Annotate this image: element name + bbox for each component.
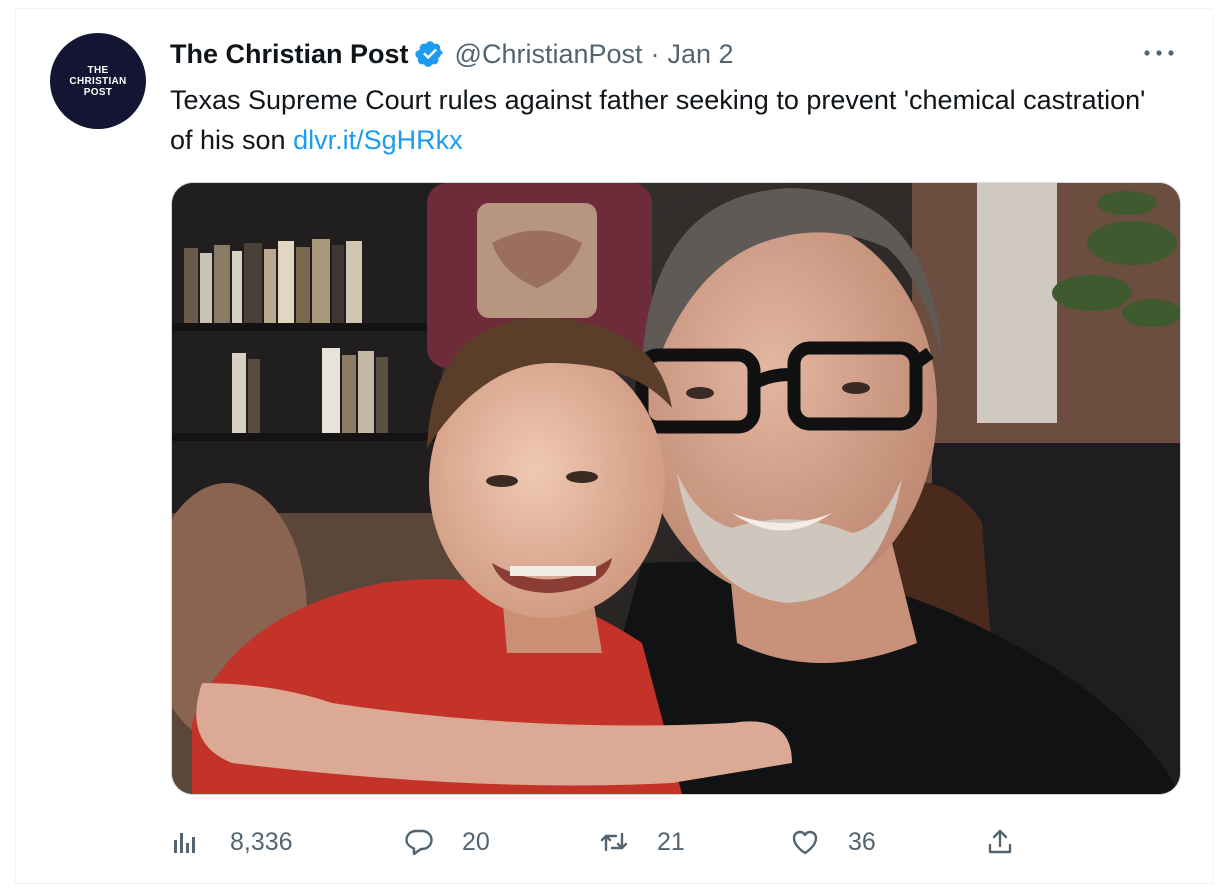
tweet-actions: 8,336 20 21 36	[170, 820, 1180, 864]
tweet-date[interactable]: Jan 2	[668, 39, 734, 70]
avatar-text-line-3: POST	[83, 86, 113, 98]
views-chart-icon	[174, 833, 195, 853]
views-button[interactable]: 8,336	[170, 820, 293, 864]
verified-badge-icon	[414, 39, 445, 69]
avatar-text-line-1: THE	[87, 64, 109, 76]
tweet-header: The Christian Post @ChristianPost · Jan …	[170, 36, 734, 72]
header-separator: ·	[650, 38, 660, 69]
like-button[interactable]: 36	[790, 820, 876, 864]
views-count: 8,336	[230, 827, 293, 856]
reply-count: 20	[462, 827, 490, 856]
retweet-count: 21	[657, 827, 685, 856]
author-name[interactable]: The Christian Post	[170, 39, 409, 70]
like-count: 36	[848, 827, 876, 856]
reply-button[interactable]: 20	[404, 820, 490, 864]
photo-illustration	[172, 183, 1180, 794]
tweet-photo[interactable]	[171, 182, 1181, 795]
avatar-text-line-2: CHRISTIAN	[69, 75, 127, 87]
reply-bubble-icon	[405, 829, 433, 856]
tweet-link[interactable]: dlvr.it/SgHRkx	[293, 125, 463, 155]
author-handle[interactable]: @ChristianPost	[455, 39, 643, 70]
heart-icon	[792, 830, 818, 855]
retweet-icon	[600, 832, 628, 852]
retweet-button[interactable]: 21	[599, 820, 685, 864]
avatar[interactable]: THE CHRISTIAN POST	[50, 33, 146, 129]
share-upload-icon	[988, 829, 1012, 854]
share-button[interactable]	[985, 820, 1043, 864]
tweet-text: Texas Supreme Court rules against father…	[170, 80, 1160, 160]
more-dots-icon[interactable]	[1142, 40, 1176, 66]
